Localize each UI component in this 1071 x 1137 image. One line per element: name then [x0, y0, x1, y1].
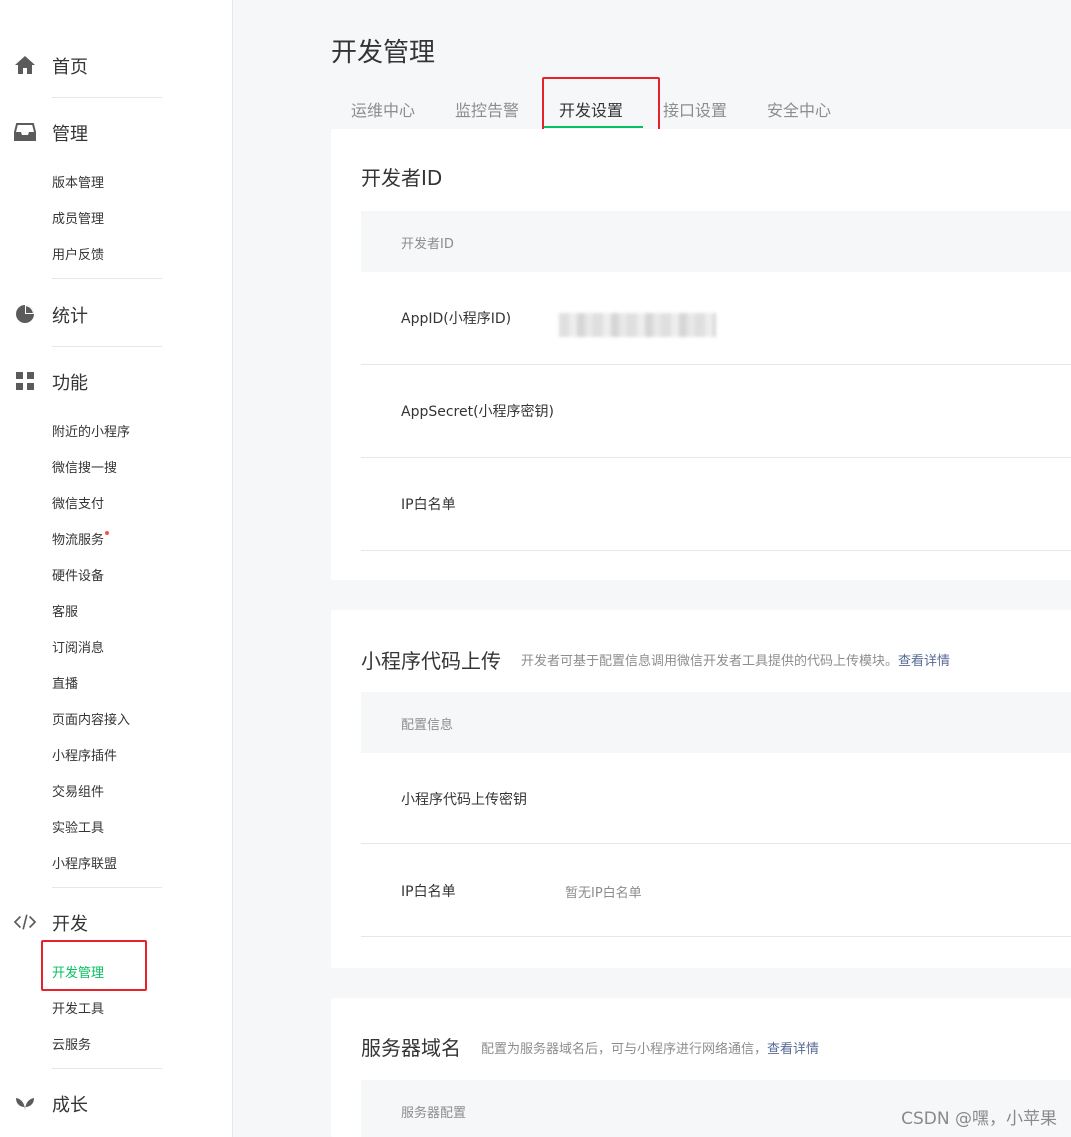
sidebar-stats-label: 统计 — [52, 306, 88, 327]
upload-ip-label: IP白名单 — [401, 884, 456, 900]
ip-whitelist-label: IP白名单 — [401, 497, 456, 513]
developer-id-table-header: 开发者ID — [361, 211, 1071, 272]
sidebar-item-content[interactable]: 页面内容接入 — [52, 709, 130, 728]
tab-ops-center[interactable]: 运维中心 — [351, 97, 415, 121]
code-icon — [14, 911, 36, 933]
divider — [52, 1068, 162, 1069]
developer-id-table-header-label: 开发者ID — [401, 237, 454, 252]
code-upload-details-link[interactable]: 查看详情 — [898, 654, 950, 669]
grid-icon — [14, 370, 36, 392]
sidebar-stats[interactable]: 统计 — [0, 293, 233, 333]
code-upload-table-header-label: 配置信息 — [401, 718, 454, 733]
tab-security-center[interactable]: 安全中心 — [767, 97, 831, 121]
code-upload-title: 小程序代码上传 — [361, 649, 501, 673]
sprout-icon — [14, 1092, 36, 1114]
appsecret-label: AppSecret(小程序密钥) — [401, 404, 555, 420]
code-upload-desc-text: 开发者可基于配置信息调用微信开发者工具提供的代码上传模块。 — [521, 654, 899, 669]
sidebar-item-dev-manage[interactable]: 开发管理 — [52, 962, 104, 981]
sidebar-growth-label: 成长 — [52, 1095, 88, 1116]
sidebar-item-pay[interactable]: 微信支付 — [52, 493, 104, 512]
code-upload-desc: 开发者可基于配置信息调用微信开发者工具提供的代码上传模块。查看详情 — [521, 650, 950, 669]
sidebar-item-lab[interactable]: 实验工具 — [52, 817, 104, 836]
appid-label: AppID(小程序ID) — [401, 311, 512, 327]
sidebar-manage[interactable]: 管理 — [0, 111, 233, 151]
server-domain-desc: 配置为服务器域名后，可与小程序进行网络通信，查看详情 — [481, 1038, 819, 1057]
sidebar-features[interactable]: 功能 — [0, 360, 233, 400]
server-domain-title: 服务器域名 — [361, 1036, 461, 1060]
sidebar-item-service[interactable]: 客服 — [52, 601, 78, 620]
page-title: 开发管理 — [331, 38, 436, 68]
active-tab-indicator — [543, 126, 643, 128]
tab-dev-settings[interactable]: 开发设置 — [559, 97, 623, 121]
tab-monitor-alert[interactable]: 监控告警 — [455, 97, 519, 121]
server-domain-desc-text: 配置为服务器域名后，可与小程序进行网络通信， — [481, 1042, 768, 1057]
divider — [52, 97, 162, 98]
sidebar-item-dev-tools[interactable]: 开发工具 — [52, 998, 104, 1017]
sidebar-item-plugin[interactable]: 小程序插件 — [52, 745, 117, 764]
sidebar-manage-label: 管理 — [52, 124, 88, 145]
table-row-ip-whitelist: IP白名单 — [361, 458, 1071, 551]
developer-id-title: 开发者ID — [361, 166, 443, 190]
sidebar-home[interactable]: 首页 — [0, 44, 233, 84]
upload-ip-value: 暂无IP白名单 — [565, 886, 642, 901]
sidebar-item-alliance[interactable]: 小程序联盟 — [52, 853, 117, 872]
upload-key-label: 小程序代码上传密钥 — [401, 792, 527, 808]
inbox-icon — [14, 121, 36, 143]
table-row-appid: AppID(小程序ID) — [361, 272, 1071, 365]
server-domain-table-header-label: 服务器配置 — [401, 1106, 467, 1121]
sidebar-growth[interactable]: 成长 — [0, 1082, 233, 1122]
sidebar-item-members[interactable]: 成员管理 — [52, 208, 104, 227]
appid-value-redacted — [559, 313, 716, 337]
divider — [52, 887, 162, 888]
sidebar-item-version[interactable]: 版本管理 — [52, 172, 104, 191]
divider — [52, 346, 162, 347]
table-row-upload-ip: IP白名单 暂无IP白名单 — [361, 844, 1071, 937]
sidebar-home-label: 首页 — [52, 57, 88, 78]
sidebar-item-subscribe[interactable]: 订阅消息 — [52, 637, 104, 656]
tab-bar: 运维中心 监控告警 开发设置 接口设置 安全中心 — [331, 88, 1071, 128]
sidebar-item-feedback[interactable]: 用户反馈 — [52, 244, 104, 263]
sidebar-item-live[interactable]: 直播 — [52, 673, 78, 692]
sidebar-item-trade[interactable]: 交易组件 — [52, 781, 104, 800]
home-icon — [14, 54, 36, 76]
tab-api-settings[interactable]: 接口设置 — [663, 97, 727, 121]
sidebar-item-search[interactable]: 微信搜一搜 — [52, 457, 117, 476]
sidebar-item-cloud[interactable]: 云服务 — [52, 1034, 91, 1053]
code-upload-card: 小程序代码上传 开发者可基于配置信息调用微信开发者工具提供的代码上传模块。查看详… — [331, 610, 1071, 968]
sidebar-item-nearby[interactable]: 附近的小程序 — [52, 421, 130, 440]
table-row-upload-key: 小程序代码上传密钥 — [361, 751, 1071, 844]
code-upload-table-header: 配置信息 — [361, 692, 1071, 753]
divider — [52, 278, 162, 279]
watermark: CSDN @嘿，小苹果 — [901, 1109, 1057, 1129]
sidebar-develop-label: 开发 — [52, 914, 88, 935]
sidebar-item-hardware[interactable]: 硬件设备 — [52, 565, 104, 584]
sidebar-item-logistics[interactable]: 物流服务 — [52, 529, 110, 548]
notice-dot — [105, 531, 110, 535]
server-domain-details-link[interactable]: 查看详情 — [767, 1042, 819, 1057]
sidebar-features-label: 功能 — [52, 373, 88, 394]
sidebar: 首页 管理 版本管理 成员管理 用户反馈 统计 功能 附近的小程序 微信搜一搜 … — [0, 0, 233, 1137]
developer-id-card: 开发者ID 开发者ID AppID(小程序ID) AppSecret(小程序密钥… — [331, 129, 1071, 580]
pie-chart-icon — [14, 303, 36, 325]
sidebar-item-logistics-label: 物流服务 — [52, 533, 105, 548]
sidebar-develop[interactable]: 开发 — [0, 901, 233, 941]
table-row-appsecret: AppSecret(小程序密钥) — [361, 365, 1071, 458]
